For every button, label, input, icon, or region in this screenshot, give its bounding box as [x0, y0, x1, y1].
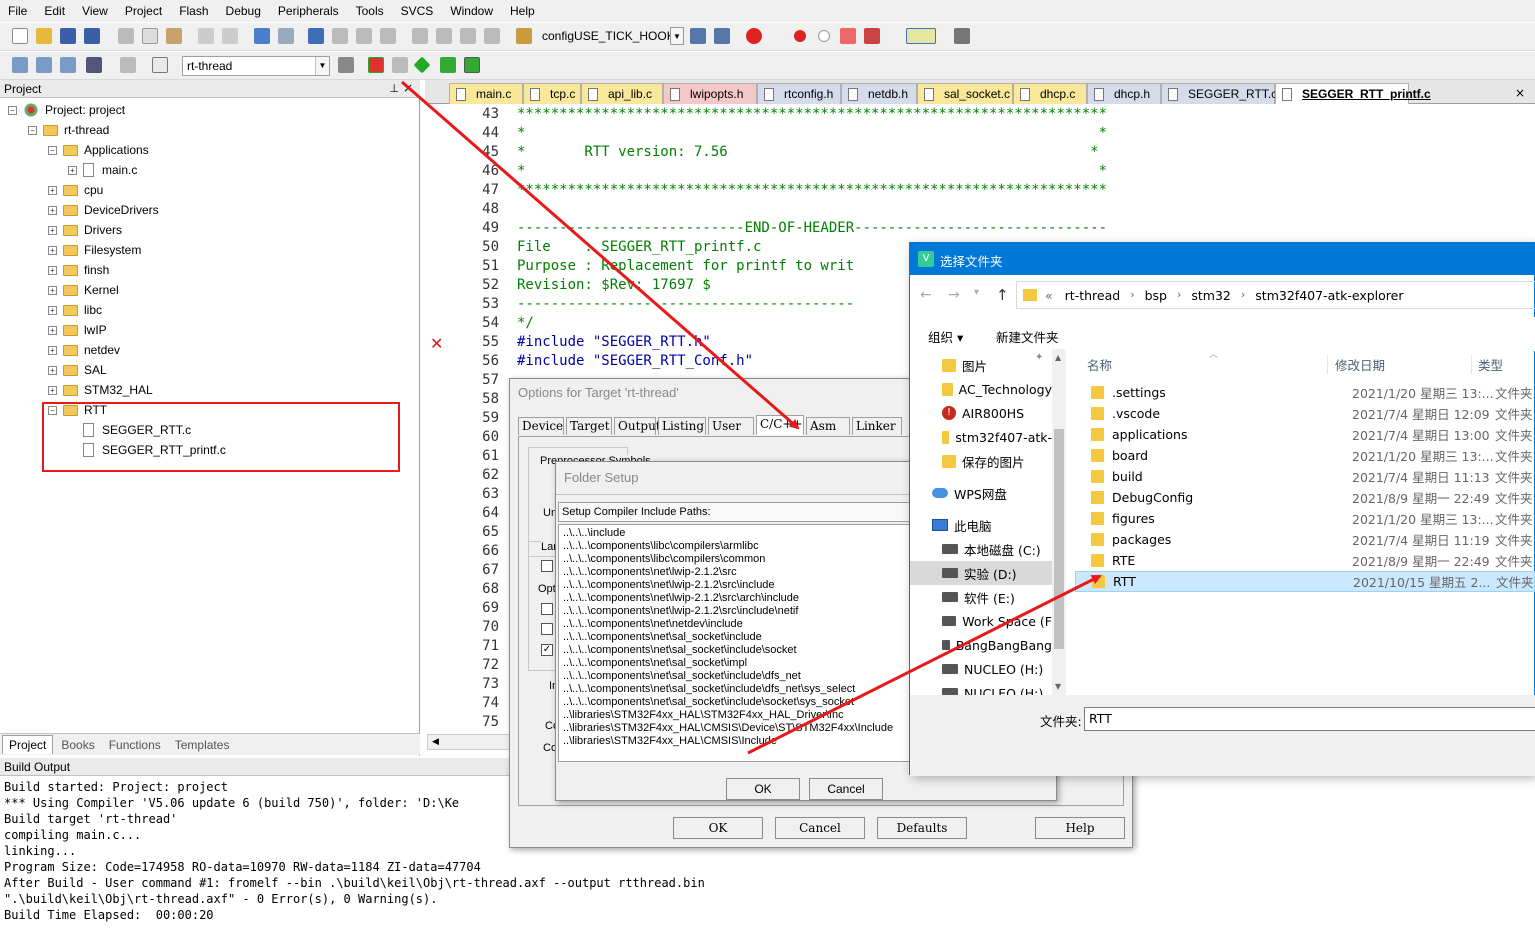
annotation-arrows — [401, 80, 1102, 755]
pin-icon: ✦ — [1035, 352, 1044, 363]
arrow-to-cpp-tab — [401, 80, 800, 430]
arrow-to-rtt-folder — [747, 574, 1102, 755]
